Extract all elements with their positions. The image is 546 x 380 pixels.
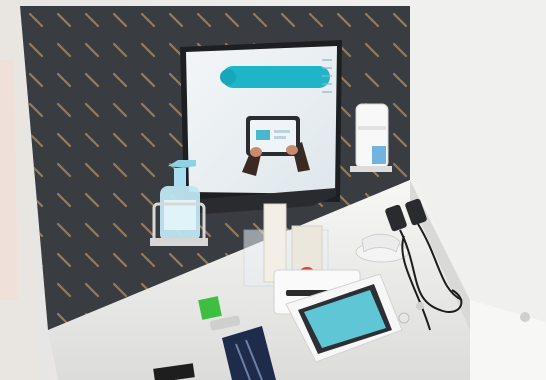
wipes-shelf bbox=[350, 166, 392, 172]
kiosk-illustration bbox=[0, 0, 546, 380]
kiosk-photo bbox=[0, 0, 546, 380]
cabinet-knob bbox=[520, 312, 530, 322]
small-round-button-2 bbox=[416, 302, 424, 310]
wipes-dispenser bbox=[350, 103, 392, 172]
wall-monitor bbox=[180, 40, 342, 214]
screen-pill-banner bbox=[222, 66, 330, 88]
screen-pill-icon bbox=[220, 69, 236, 85]
screen-right-hand bbox=[286, 145, 298, 155]
small-round-button bbox=[398, 312, 410, 324]
screen-left-hand bbox=[250, 147, 262, 157]
